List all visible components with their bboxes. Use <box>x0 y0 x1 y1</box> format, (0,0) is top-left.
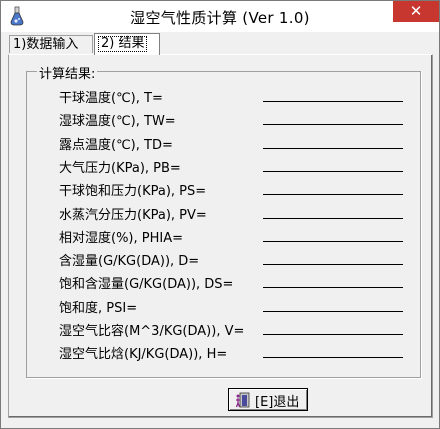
result-value-line <box>263 124 403 126</box>
tab-bar: 1)数据输入 2) 结果 <box>6 33 434 55</box>
result-value-line <box>263 334 403 335</box>
exit-button[interactable]: [E]退出 <box>228 388 308 411</box>
result-value-line <box>263 170 403 172</box>
result-value-line <box>263 217 403 219</box>
close-icon: ✕ <box>409 2 423 20</box>
result-label: 湿球温度(℃), TW= <box>59 114 176 130</box>
result-value-line <box>263 357 403 359</box>
exit-button-label: [E]退出 <box>255 395 300 410</box>
result-value-line <box>263 101 403 102</box>
tab-results[interactable]: 2) 结果 <box>94 33 160 55</box>
results-group-title: 计算结果: <box>37 63 98 82</box>
door-exit-icon <box>235 392 250 408</box>
tab-data-input-label: 1)数据输入 <box>13 37 79 52</box>
result-label: 露点温度(℃), TD= <box>59 137 173 153</box>
result-label: 水蒸汽分压力(KPa), PV= <box>59 207 207 223</box>
result-value-line <box>263 287 403 289</box>
result-value-line <box>263 240 403 242</box>
result-label: 湿空气比容(M^3/KG(DA)), V= <box>59 324 245 339</box>
tab-data-input[interactable]: 1)数据输入 <box>9 35 93 53</box>
result-label: 干球饱和压力(KPa), PS= <box>59 184 207 200</box>
close-button[interactable]: ✕ <box>393 1 439 22</box>
title-bar: 湿空气性质计算 (Ver 1.0) ✕ <box>1 1 439 32</box>
result-label: 饱和含湿量(G/KG(DA)), DS= <box>59 277 234 293</box>
result-value-line <box>263 194 403 196</box>
result-label: 相对湿度(%), PHIA= <box>59 230 183 246</box>
tab-results-label: 2) 结果 <box>98 36 148 52</box>
result-label: 饱和度, PSI= <box>59 300 138 316</box>
result-value-line <box>263 147 403 149</box>
app-window: 湿空气性质计算 (Ver 1.0) ✕ 1)数据输入 2) 结果 计算结果: 干… <box>0 0 440 429</box>
result-label: 干球温度(℃), T= <box>59 91 163 106</box>
result-label: 含湿量(G/KG(DA)), D= <box>59 254 200 270</box>
window-title: 湿空气性质计算 (Ver 1.0) <box>130 9 310 27</box>
result-label: 湿空气比焓(KJ/KG(DA)), H= <box>59 347 228 363</box>
result-label: 大气压力(KPa), PB= <box>59 160 181 176</box>
result-value-line <box>263 310 403 312</box>
result-value-line <box>263 264 403 266</box>
